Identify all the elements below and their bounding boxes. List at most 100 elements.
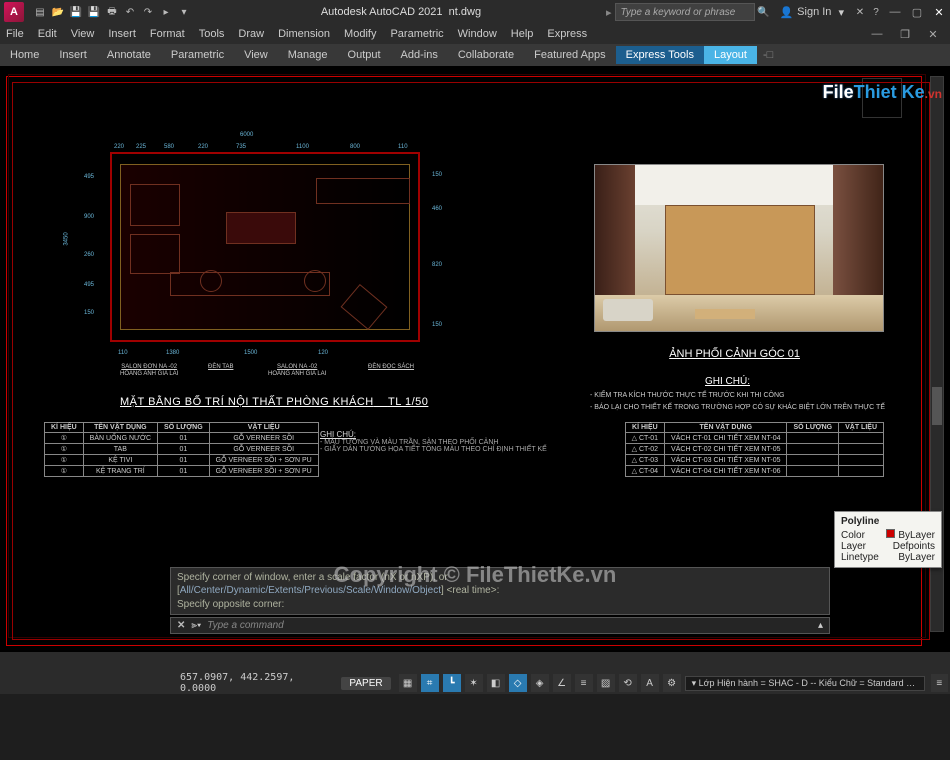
ghichu-line: - BÁO LẠI CHO THIẾT KẾ TRONG TRƯỜNG HỢP … xyxy=(590,404,900,411)
window-title: Autodesk AutoCAD 2021 nt.dwg xyxy=(196,6,606,18)
menu-draw[interactable]: Draw xyxy=(238,28,264,40)
tab-insert[interactable]: Insert xyxy=(49,46,97,64)
doc-restore-button[interactable]: ❐ xyxy=(894,23,916,45)
doc-close-button[interactable]: ✕ xyxy=(922,23,944,45)
materials-table-right: KÍ HIỆUTÊN VẬT DỤNGSỐ LƯỢNGVẬT LIỆU △ CT… xyxy=(625,422,884,477)
dim-left-total: 3450 xyxy=(64,232,70,245)
search-icon[interactable]: 🔍 xyxy=(755,4,771,20)
signin-button[interactable]: 👤Sign In ▾ xyxy=(779,6,844,19)
watermark-copyright: Copyright © FileThietKe.vn xyxy=(0,562,950,588)
tab-output[interactable]: Output xyxy=(338,46,391,64)
minimize-button[interactable]: — xyxy=(884,1,906,23)
qat-saveas-icon[interactable]: 💾 xyxy=(86,4,102,20)
menu-view[interactable]: View xyxy=(71,28,95,40)
transparency-toggle-icon[interactable]: ▨ xyxy=(597,674,615,692)
menu-express[interactable]: Express xyxy=(547,28,587,40)
ribbon-minimize-icon[interactable]: -□ xyxy=(757,46,779,64)
plan-callout: SALON NA -02HOANG ANH GIA LAI xyxy=(268,364,326,378)
dim-top: 220 xyxy=(198,144,208,150)
polar-toggle-icon[interactable]: ✶ xyxy=(465,674,483,692)
dim-bot: 120 xyxy=(318,350,328,356)
app-exchange-icon[interactable]: ✕ xyxy=(852,4,868,20)
plan-callout: ĐÈN TAB xyxy=(208,364,233,371)
menu-edit[interactable]: Edit xyxy=(38,28,57,40)
dim-left: 495 xyxy=(84,174,94,180)
tab-express-tools[interactable]: Express Tools xyxy=(616,46,704,64)
menu-modify[interactable]: Modify xyxy=(344,28,376,40)
tab-annotate[interactable]: Annotate xyxy=(97,46,161,64)
menu-insert[interactable]: Insert xyxy=(108,28,136,40)
command-input[interactable]: Type a command xyxy=(207,620,812,631)
help-icon[interactable]: ? xyxy=(868,4,884,20)
dim-bot: 1380 xyxy=(166,350,179,356)
dim-total-top: 6000 xyxy=(240,132,253,138)
maximize-button[interactable]: ▢ xyxy=(906,1,928,23)
workspace-icon[interactable]: ⚙ xyxy=(663,674,681,692)
tab-featured-apps[interactable]: Featured Apps xyxy=(524,46,616,64)
tab-collaborate[interactable]: Collaborate xyxy=(448,46,524,64)
command-close-icon[interactable]: ✕ xyxy=(177,620,185,631)
ortho-toggle-icon[interactable]: ┗ xyxy=(443,674,461,692)
dim-top: 225 xyxy=(136,144,146,150)
customize-status-icon[interactable]: ≡ xyxy=(931,674,948,692)
menu-help[interactable]: Help xyxy=(511,28,534,40)
dim-top: 735 xyxy=(236,144,246,150)
tab-home[interactable]: Home xyxy=(0,46,49,64)
coordinate-readout: 657.0907, 442.2597, 0.0000 xyxy=(180,672,331,694)
lineweight-toggle-icon[interactable]: ≡ xyxy=(575,674,593,692)
dim-top: 580 xyxy=(164,144,174,150)
annotation-scale-icon[interactable]: A xyxy=(641,674,659,692)
qat-redo-icon[interactable]: ↷ xyxy=(140,4,156,20)
ghichu-line: - KIỂM TRA KÍCH THƯỚC THỰC TẾ TRƯỚC KHI … xyxy=(590,392,900,399)
tab-layout[interactable]: Layout xyxy=(704,46,757,64)
plan-title: MẶT BẰNG BỐ TRÍ NỘI THẤT PHÒNG KHÁCH TL … xyxy=(120,396,428,408)
perspective-image xyxy=(594,164,884,332)
close-button[interactable]: ✕ xyxy=(928,1,950,23)
qat-new-icon[interactable]: ▤ xyxy=(32,4,48,20)
plan-callout: SALON ĐƠN NA -02HOANG ANH GIA LAI xyxy=(120,364,178,378)
qat-save-icon[interactable]: 💾 xyxy=(68,4,84,20)
isoplane-toggle-icon[interactable]: ◧ xyxy=(487,674,505,692)
quick-properties-tooltip: Polyline ColorByLayer LayerDefpoints Lin… xyxy=(834,511,942,568)
qat-plot-icon[interactable]: 🖶 xyxy=(104,4,120,20)
layout-tab-strip[interactable] xyxy=(0,652,950,672)
qat-open-icon[interactable]: 📂 xyxy=(50,4,66,20)
tab-manage[interactable]: Manage xyxy=(278,46,338,64)
grid-toggle-icon[interactable]: ▦ xyxy=(399,674,417,692)
dim-left: 150 xyxy=(84,310,94,316)
3dosnap-toggle-icon[interactable]: ◈ xyxy=(531,674,549,692)
menu-tools[interactable]: Tools xyxy=(199,28,225,40)
user-icon: 👤 xyxy=(779,6,793,19)
doc-minimize-button[interactable]: — xyxy=(866,23,888,45)
menu-parametric[interactable]: Parametric xyxy=(390,28,443,40)
dim-left: 495 xyxy=(84,282,94,288)
command-expand-icon[interactable]: ▴ xyxy=(818,620,823,631)
space-indicator[interactable]: PAPER xyxy=(341,677,390,690)
dim-left: 900 xyxy=(84,214,94,220)
snap-toggle-icon[interactable]: ⌗ xyxy=(421,674,439,692)
selection-cycling-icon[interactable]: ⟲ xyxy=(619,674,637,692)
otrack-toggle-icon[interactable]: ∠ xyxy=(553,674,571,692)
perspective-title: ẢNH PHỐI CẢNH GÓC 01 xyxy=(669,348,800,360)
plan-callout: ĐÈN ĐỌC SÁCH xyxy=(368,364,414,371)
dim-top: 220 xyxy=(114,144,124,150)
menu-file[interactable]: File xyxy=(6,28,24,40)
osnap-toggle-icon[interactable]: ◇ xyxy=(509,674,527,692)
menu-window[interactable]: Window xyxy=(458,28,497,40)
command-chevron-icon[interactable]: ⫸▾ xyxy=(191,620,201,631)
prop-object-type: Polyline xyxy=(841,516,935,527)
dim-left: 260 xyxy=(84,252,94,258)
layer-combo[interactable]: ▾ Lớp Hiện hành = SHAC - D -- Kiểu Chữ =… xyxy=(685,676,925,691)
drawing-canvas[interactable]: 6000 220 225 580 220 735 1100 800 110 34… xyxy=(0,66,950,652)
tab-addins[interactable]: Add-ins xyxy=(391,46,448,64)
qat-more-icon[interactable]: ▾ xyxy=(176,4,192,20)
qat-undo-icon[interactable]: ↶ xyxy=(122,4,138,20)
qat-share-icon[interactable]: ▸ xyxy=(158,4,174,20)
menu-format[interactable]: Format xyxy=(150,28,185,40)
help-search-input[interactable]: Type a keyword or phrase xyxy=(615,3,755,21)
dim-top: 800 xyxy=(350,144,360,150)
tab-parametric[interactable]: Parametric xyxy=(161,46,234,64)
tab-view[interactable]: View xyxy=(234,46,278,64)
search-caret-icon: ▸ xyxy=(606,6,612,19)
menu-dimension[interactable]: Dimension xyxy=(278,28,330,40)
